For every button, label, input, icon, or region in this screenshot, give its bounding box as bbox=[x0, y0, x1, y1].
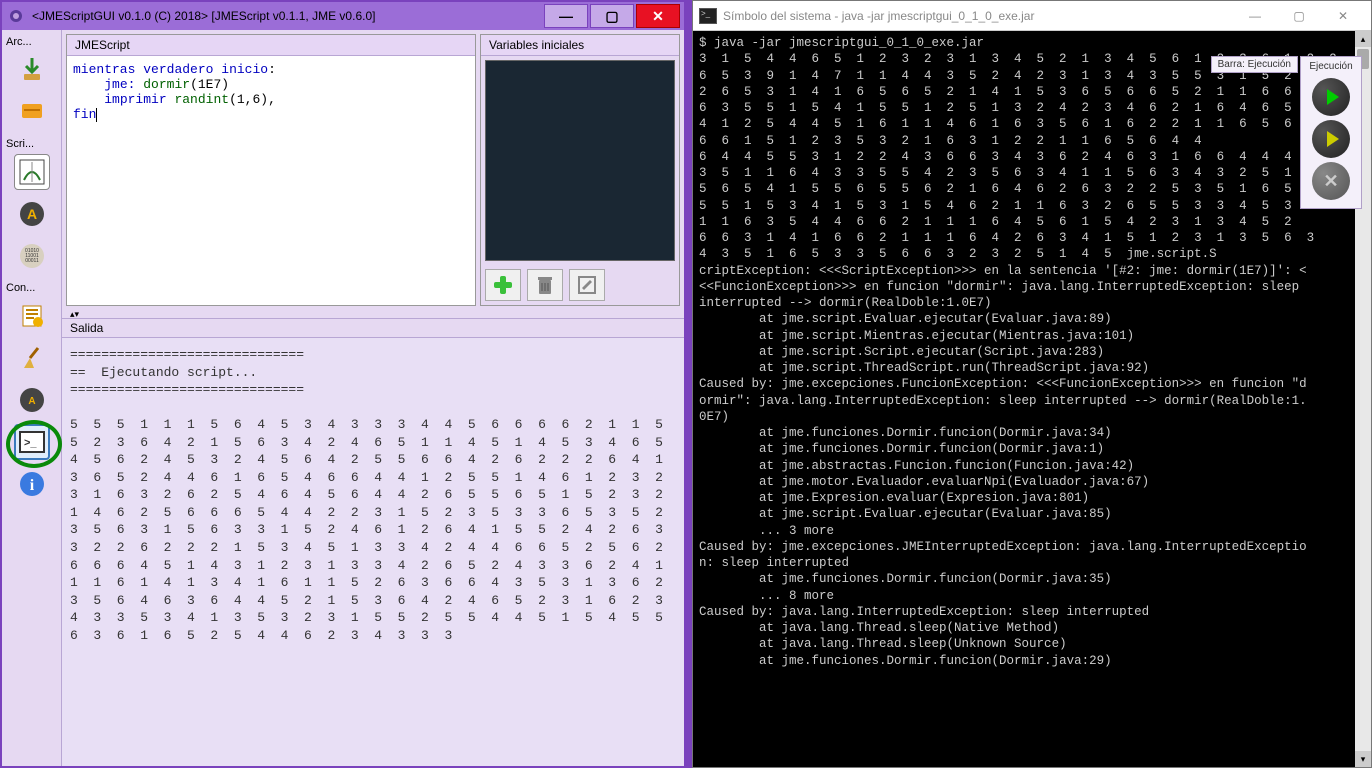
output-panel: Salida ============================== ==… bbox=[62, 318, 684, 766]
script-panel: JMEScript mientras verdadero inicio: jme… bbox=[66, 34, 476, 306]
output-panel-title: Salida bbox=[62, 319, 684, 338]
play-icon bbox=[1327, 89, 1339, 105]
content-area: JMEScript mientras verdadero inicio: jme… bbox=[62, 30, 684, 766]
binary-view-button[interactable]: 010101100100011 bbox=[14, 238, 50, 274]
console-title: Símbolo del sistema - java -jar jmescrip… bbox=[723, 9, 1034, 23]
terminal-button[interactable]: >_ bbox=[14, 424, 50, 460]
run-button[interactable] bbox=[1312, 78, 1350, 116]
titlebar[interactable]: <JMEScriptGUI v0.1.0 (C) 2018> [JMEScrip… bbox=[2, 2, 684, 30]
save-file-button[interactable] bbox=[14, 94, 50, 130]
top-panels: JMEScript mientras verdadero inicio: jme… bbox=[62, 30, 684, 310]
svg-text:i: i bbox=[29, 477, 34, 494]
svg-text:A: A bbox=[28, 396, 35, 407]
exec-toolbar[interactable]: Ejecución ✕ bbox=[1300, 56, 1362, 209]
font-smaller-button[interactable]: A bbox=[14, 382, 50, 418]
main-body: Arc... Scri... A 010101100100011 Con... bbox=[2, 30, 684, 766]
console-titlebar[interactable]: Símbolo del sistema - java -jar jmescrip… bbox=[693, 1, 1371, 31]
stop-icon: ✕ bbox=[1323, 171, 1338, 192]
sidebar-label-script: Scri... bbox=[6, 136, 57, 152]
scroll-up-icon[interactable]: ▴ bbox=[1355, 31, 1371, 47]
minimize-button[interactable]: — bbox=[544, 4, 588, 28]
cmd-icon bbox=[699, 8, 717, 24]
svg-text:00011: 00011 bbox=[25, 258, 39, 264]
vars-display[interactable] bbox=[485, 60, 675, 261]
window-controls: — ▢ ✕ bbox=[542, 4, 680, 28]
splitter-handle[interactable]: ▴▾ bbox=[62, 310, 684, 318]
console-window: Símbolo del sistema - java -jar jmescrip… bbox=[692, 0, 1372, 768]
info-button[interactable]: i bbox=[14, 466, 50, 502]
maximize-button[interactable]: ▢ bbox=[590, 4, 634, 28]
broom-button[interactable] bbox=[14, 340, 50, 376]
variables-panel: Variables iniciales bbox=[480, 34, 680, 306]
open-file-button[interactable] bbox=[14, 52, 50, 88]
play-alt-icon bbox=[1327, 131, 1339, 147]
script-panel-title: JMEScript bbox=[67, 35, 475, 56]
barra-label: Barra: Ejecución bbox=[1211, 56, 1298, 73]
edit-variable-button[interactable] bbox=[569, 269, 605, 301]
console-output[interactable]: $ java -jar jmescriptgui_0_1_0_exe.jar 3… bbox=[693, 31, 1371, 767]
exec-toolbar-title: Ejecución bbox=[1305, 61, 1357, 74]
svg-text:>_: >_ bbox=[24, 437, 37, 449]
code-editor[interactable]: mientras verdadero inicio: jme: dormir(1… bbox=[67, 56, 475, 305]
delete-variable-button[interactable] bbox=[527, 269, 563, 301]
vars-panel-title: Variables iniciales bbox=[481, 35, 679, 56]
console-maximize-button[interactable]: ▢ bbox=[1277, 5, 1321, 27]
scroll-down-icon[interactable]: ▾ bbox=[1355, 751, 1371, 767]
output-text[interactable]: ============================== == Ejecut… bbox=[62, 338, 684, 766]
stop-button[interactable]: ✕ bbox=[1312, 162, 1350, 200]
vars-toolbar bbox=[481, 265, 679, 305]
script-tool-button[interactable] bbox=[14, 154, 50, 190]
close-button[interactable]: ✕ bbox=[636, 4, 680, 28]
sidebar: Arc... Scri... A 010101100100011 Con... bbox=[2, 30, 62, 766]
sidebar-label-archivo: Arc... bbox=[6, 34, 57, 50]
run-debug-button[interactable] bbox=[1312, 120, 1350, 158]
window-title: <JMEScriptGUI v0.1.0 (C) 2018> [JMEScrip… bbox=[26, 9, 542, 23]
app-icon bbox=[6, 8, 26, 24]
svg-text:A: A bbox=[26, 206, 36, 222]
text-cursor-icon bbox=[96, 108, 97, 122]
clear-log-button[interactable] bbox=[14, 298, 50, 334]
console-close-button[interactable]: ✕ bbox=[1321, 5, 1365, 27]
add-variable-button[interactable] bbox=[485, 269, 521, 301]
console-minimize-button[interactable]: — bbox=[1233, 5, 1277, 27]
main-window: <JMEScriptGUI v0.1.0 (C) 2018> [JMEScrip… bbox=[0, 0, 686, 768]
font-larger-button[interactable]: A bbox=[14, 196, 50, 232]
sidebar-label-consola: Con... bbox=[6, 280, 57, 296]
